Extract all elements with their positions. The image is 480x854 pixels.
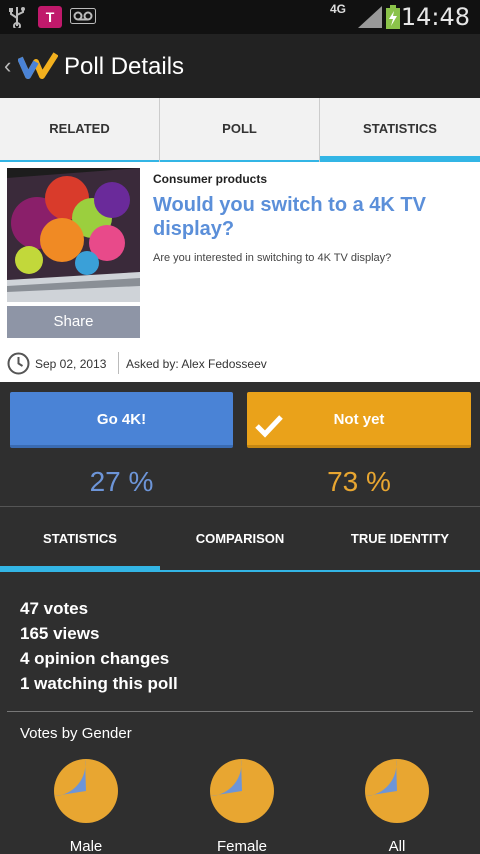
tab-poll[interactable]: POLL xyxy=(160,98,320,162)
vote-option-label: Go 4K! xyxy=(96,411,147,428)
pie-female xyxy=(210,759,274,823)
tab-label: RELATED xyxy=(49,121,110,136)
vote-not-yet-button[interactable]: Not yet xyxy=(247,392,471,448)
poll-card: Share Consumer products Would you switch… xyxy=(0,162,480,382)
app-logo-icon[interactable] xyxy=(17,52,59,85)
pie-label-female: Female xyxy=(216,838,268,854)
vote-option-label: Not yet xyxy=(333,411,385,428)
percent-go-4k: 27 % xyxy=(89,466,154,497)
pie-label-male: Male xyxy=(69,838,103,854)
voicemail-icon xyxy=(70,8,96,29)
stat-views: 165 views xyxy=(20,624,100,643)
tab-true-identity[interactable]: TRUE IDENTITY xyxy=(320,508,480,572)
poll-date: Sep 02, 2013 xyxy=(35,357,107,371)
poll-category: Consumer products xyxy=(153,172,268,186)
tab-underline xyxy=(160,570,320,572)
vote-area: Go 4K! Not yet 27 % 73 % STATISTICS COMP… xyxy=(0,382,480,854)
tab-label: STATISTICS xyxy=(363,121,437,136)
poll-stats: 47 votes 165 views 4 opinion changes 1 w… xyxy=(20,596,178,696)
votes-by-gender-title: Votes by Gender xyxy=(20,725,132,742)
pie-label-all: All xyxy=(388,838,406,854)
tab-related[interactable]: RELATED xyxy=(0,98,160,162)
divider xyxy=(0,506,480,507)
tab-label: COMPARISON xyxy=(195,531,285,546)
tab-comparison[interactable]: COMPARISON xyxy=(160,508,320,572)
tab-stats[interactable]: STATISTICS xyxy=(0,508,160,572)
status-bar: T 4G 14:48 xyxy=(0,0,480,34)
divider xyxy=(118,352,119,374)
tab-statistics[interactable]: STATISTICS xyxy=(320,98,480,162)
poll-meta: Sep 02, 2013 Asked by: Alex Fedosseev xyxy=(7,352,477,376)
battery-icon xyxy=(386,5,400,34)
stat-opinion-changes: 4 opinion changes xyxy=(20,649,170,668)
stats-tab-bar: STATISTICS COMPARISON TRUE IDENTITY xyxy=(0,508,480,572)
network-type: 4G xyxy=(330,2,347,16)
pie-male xyxy=(54,759,118,823)
clock-time: 14:48 xyxy=(400,3,470,31)
poll-question: Would you switch to a 4K TV display? xyxy=(153,194,426,240)
divider xyxy=(7,711,473,712)
stat-votes: 47 votes xyxy=(20,599,89,618)
clock-icon xyxy=(7,352,30,380)
top-tab-bar: RELATED POLL STATISTICS xyxy=(0,98,480,162)
vote-go-4k-button[interactable]: Go 4K! xyxy=(10,392,233,448)
poll-subtitle: Are you interested in switching to 4K TV… xyxy=(153,252,392,264)
share-button[interactable]: Share xyxy=(7,306,140,338)
percent-not-yet: 73 % xyxy=(327,466,391,497)
tab-label: POLL xyxy=(222,121,257,136)
poll-author: Asked by: Alex Fedosseev xyxy=(126,357,267,371)
signal-icon xyxy=(358,6,382,33)
tab-label: STATISTICS xyxy=(43,531,117,546)
poll-thumbnail xyxy=(7,168,140,302)
carrier-icon: T xyxy=(38,6,62,28)
back-chevron-icon[interactable]: ‹ xyxy=(4,53,11,79)
checkmark-icon xyxy=(255,406,283,462)
tab-label: TRUE IDENTITY xyxy=(350,531,450,546)
tab-underline-active xyxy=(0,566,160,572)
tab-underline xyxy=(320,570,480,572)
page-title: Poll Details xyxy=(64,53,185,80)
stat-watching: 1 watching this poll xyxy=(20,674,178,693)
action-bar: ‹ Poll Details xyxy=(0,34,480,98)
usb-icon xyxy=(8,6,26,33)
pie-all xyxy=(365,759,429,823)
